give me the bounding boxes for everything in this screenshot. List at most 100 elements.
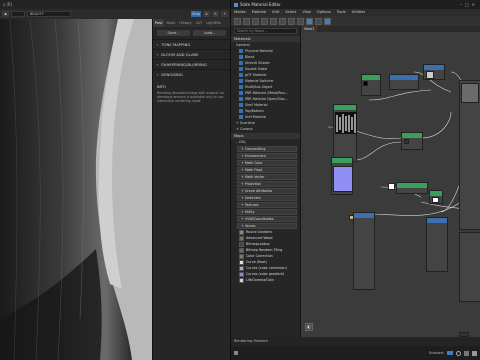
osl-category[interactable]: + Math Color bbox=[237, 160, 297, 166]
enabled-label: Enabled: bbox=[429, 351, 444, 355]
osl-category[interactable]: + UVW/Coordinates bbox=[237, 216, 297, 222]
material-swatch-icon bbox=[239, 85, 243, 89]
map-swatch-icon bbox=[239, 271, 244, 277]
node-bitmap-strands[interactable] bbox=[333, 104, 357, 162]
assign-material-icon[interactable] bbox=[252, 17, 259, 25]
node-bitmap-small[interactable] bbox=[361, 74, 381, 96]
node-thumbnail bbox=[426, 71, 434, 79]
move-children-icon[interactable] bbox=[270, 17, 277, 25]
node-osl-params[interactable] bbox=[349, 212, 375, 290]
osl-category[interactable]: + Switchers bbox=[237, 195, 297, 201]
layout-children-icon[interactable] bbox=[306, 17, 313, 25]
node-osl-map[interactable] bbox=[426, 217, 448, 272]
osl-category[interactable]: + Math Vector bbox=[237, 174, 297, 180]
osl-category[interactable]: + Compositing bbox=[237, 146, 297, 152]
osl-category[interactable]: + Scene Attributes bbox=[237, 188, 297, 194]
browser-search-input[interactable]: Search by Name ... bbox=[234, 28, 297, 34]
node-color-correction[interactable] bbox=[389, 74, 419, 90]
show-background-icon[interactable] bbox=[288, 17, 295, 25]
node-header bbox=[402, 133, 422, 138]
node-white-map[interactable] bbox=[429, 190, 443, 204]
save-settings-button[interactable]: Save... bbox=[157, 30, 190, 36]
node-header bbox=[354, 213, 374, 218]
stop-button[interactable]: Stop bbox=[191, 11, 201, 17]
menu-material[interactable]: Material bbox=[252, 9, 267, 16]
node-thumbnail bbox=[404, 139, 409, 144]
node-thumbnail bbox=[363, 81, 368, 86]
menu-view[interactable]: View bbox=[302, 9, 311, 16]
fit-view-icon[interactable] bbox=[472, 350, 477, 356]
node-header bbox=[427, 218, 447, 223]
menu-select[interactable]: Select bbox=[285, 9, 296, 16]
pan-icon[interactable] bbox=[464, 350, 469, 356]
osl-category[interactable]: + Environment bbox=[237, 153, 297, 159]
material-map-browser: Search by Name ... Materials General Phy… bbox=[231, 26, 301, 337]
material-swatch-icon bbox=[239, 79, 243, 83]
channel-dropdown[interactable] bbox=[11, 11, 25, 17]
menu-modes[interactable]: Modes bbox=[234, 9, 246, 16]
rendered-hair-image bbox=[0, 19, 134, 360]
menu-options[interactable]: Options bbox=[317, 9, 331, 16]
zoom-icon[interactable] bbox=[456, 350, 461, 356]
menu-tools[interactable]: Tools bbox=[337, 9, 346, 16]
section-denoising[interactable]: + DENOISING bbox=[153, 69, 230, 79]
node-gradient-purple[interactable] bbox=[331, 157, 353, 195]
section-bloom-glare[interactable]: + BLOOM AND GLARE bbox=[153, 49, 230, 59]
subgroup-corona[interactable]: + Corona bbox=[231, 126, 300, 132]
slate-toolbar bbox=[231, 16, 480, 26]
section-tone-mapping[interactable]: + TONE MAPPING bbox=[153, 39, 230, 49]
render-window-title: s (R) bbox=[0, 0, 230, 9]
material-swatch-icon bbox=[239, 49, 243, 53]
section-sharpening-blurring[interactable]: + SHARPENING/BLURRING bbox=[153, 59, 230, 69]
tab-lightmix[interactable]: LightMix bbox=[204, 19, 223, 27]
material-map-navigator-icon[interactable] bbox=[315, 17, 322, 25]
status-icon bbox=[234, 351, 238, 355]
window-controls[interactable]: –□✕ bbox=[460, 2, 478, 7]
osl-category[interactable]: + Textures bbox=[237, 202, 297, 208]
render-viewport[interactable] bbox=[0, 19, 152, 360]
node-map-top[interactable] bbox=[423, 64, 445, 80]
node-physical-material[interactable] bbox=[459, 80, 480, 230]
enabled-toggle-icon[interactable] bbox=[447, 351, 453, 355]
render-preset-dropdown[interactable]: BEAUTY bbox=[27, 11, 71, 17]
node-material-params[interactable] bbox=[459, 232, 480, 302]
tab-lut[interactable]: LUT bbox=[194, 19, 204, 27]
node-header bbox=[397, 183, 427, 188]
osl-category[interactable]: + Projection bbox=[237, 181, 297, 187]
a-button[interactable]: A bbox=[203, 11, 210, 17]
slate-bottom-bar: Enabled: bbox=[231, 346, 480, 360]
s-button[interactable]: S bbox=[212, 11, 219, 17]
map-swatch-icon bbox=[239, 277, 244, 283]
map-swatch-icon bbox=[239, 241, 244, 247]
pick-material-icon[interactable] bbox=[243, 17, 250, 25]
layout-all-icon[interactable] bbox=[297, 17, 304, 25]
map-swatch-icon bbox=[239, 253, 244, 259]
show-map-icon[interactable] bbox=[279, 17, 286, 25]
white-swatch bbox=[388, 183, 395, 190]
tab-post[interactable]: Post bbox=[153, 19, 165, 27]
purple-map-thumbnail bbox=[333, 166, 353, 192]
osl-category[interactable]: + Utility bbox=[237, 209, 297, 215]
map-item[interactable]: Lift/Gamma/Gain bbox=[231, 277, 297, 283]
select-tool-icon[interactable] bbox=[234, 17, 241, 25]
node-output-map[interactable] bbox=[388, 182, 428, 194]
load-settings-button[interactable]: Load... bbox=[193, 30, 226, 36]
zoom-extents-icon[interactable]: ◧ bbox=[305, 323, 313, 331]
osl-category[interactable]: + Math Float bbox=[237, 167, 297, 173]
menu-utilities[interactable]: Utilities bbox=[352, 9, 366, 16]
delete-icon[interactable] bbox=[261, 17, 268, 25]
material-swatch-icon bbox=[239, 97, 243, 101]
osl-category-list: + Compositing + Environment + Math Color… bbox=[231, 146, 300, 229]
map-swatch-icon bbox=[239, 235, 244, 241]
subgroup-osl[interactable]: – OSL bbox=[231, 139, 300, 145]
pin-icon[interactable]: • bbox=[221, 11, 228, 17]
save-image-icon[interactable]: ▪ bbox=[2, 11, 9, 17]
menu-edit[interactable]: Edit bbox=[272, 9, 279, 16]
post-settings-panel: Post Stats History LUT LightMix Save... … bbox=[152, 19, 230, 360]
node-view-canvas[interactable] bbox=[301, 32, 480, 337]
tab-history[interactable]: History bbox=[177, 19, 193, 27]
node-mix[interactable] bbox=[401, 132, 423, 150]
parameter-editor-icon[interactable] bbox=[324, 17, 331, 25]
slate-status-bar: Rendering finished bbox=[231, 337, 480, 346]
tab-stats[interactable]: Stats bbox=[164, 19, 177, 27]
